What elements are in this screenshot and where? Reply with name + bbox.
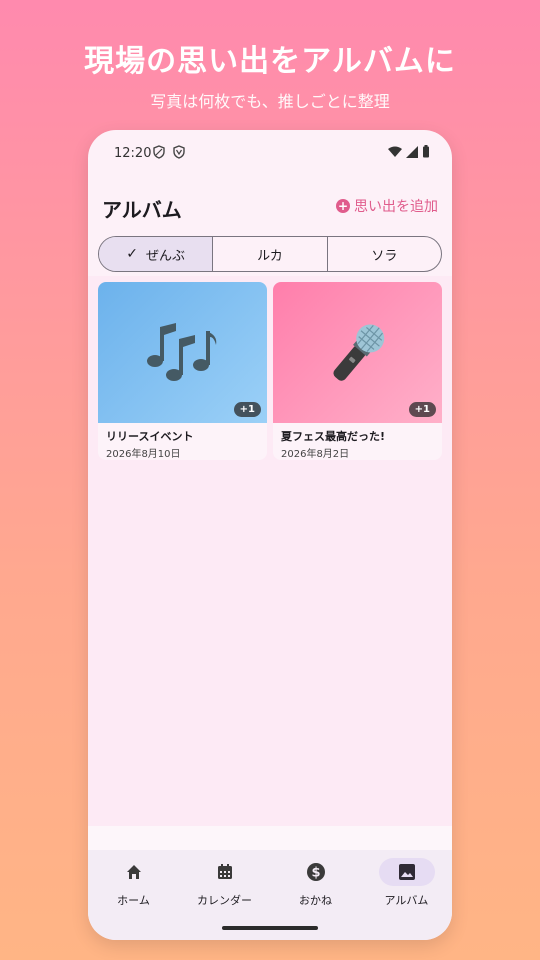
home-icon [126,865,141,879]
album-title: 夏フェス最高だった! [281,430,386,443]
image-icon [398,864,415,880]
album-grid: +1 リリースイベント 2026年8月10日 +1 夏フェス最高だった! 202… [88,276,452,826]
page-title: アルバム [102,198,182,222]
album-date: 2026年8月2日 [281,449,350,460]
promo-title: 現場の思い出をアルバムに [84,44,456,79]
dollar-icon: $ [306,863,325,881]
extra-photos-badge: +1 [408,402,436,417]
nav-album[interactable]: アルバム [361,850,452,940]
nav-money-indicator: $ [288,858,344,886]
check-icon: ✓ [126,246,139,262]
status-bar: 12:20 [88,130,452,178]
status-left-icons [152,145,186,159]
wifi-icon [388,146,402,157]
add-memory-label: 思い出を追加 [354,199,438,215]
nav-album-indicator [378,858,435,886]
extra-photos-badge: +1 [233,402,261,417]
album-date: 2026年8月10日 [106,449,181,460]
filter-luka[interactable]: ルカ [213,237,328,271]
signal-icon [406,145,418,158]
filter-all[interactable]: ✓ ぜんぶ [99,237,214,271]
add-memory-button[interactable]: + 思い出を追加 [336,196,438,216]
album-card[interactable]: +1 リリースイベント 2026年8月10日 [98,282,267,460]
svg-text:$: $ [311,866,320,881]
phone-screen: 12:20 アルバム + 思い出を追加 ✓ ぜんぶ ルカ ソラ +1 リリースイ… [88,130,452,940]
filter-all-label: ぜんぶ [146,248,186,264]
gesture-home-bar [222,926,318,930]
add-circle-icon: + [336,199,350,213]
nav-home-label: ホーム [117,894,150,907]
status-time: 12:20 [114,146,152,161]
nav-album-label: アルバム [384,894,429,907]
album-title: リリースイベント [106,430,194,443]
filter-sora[interactable]: ソラ [328,237,441,271]
nav-money-label: おかね [299,894,332,907]
nav-home[interactable]: ホーム [88,850,179,940]
content-footer [88,826,452,850]
calendar-icon [217,864,232,879]
filter-luka-label: ルカ [257,248,283,264]
album-thumbnail: +1 [273,282,442,423]
battery-icon [423,145,429,158]
status-right-icons [388,145,430,158]
promo-subtitle: 写真は何枚でも、推しごとに整理 [150,92,390,111]
album-thumbnail: +1 [98,282,267,423]
vpn-shield-icon [173,145,185,159]
filter-segmented-control: ✓ ぜんぶ ルカ ソラ [98,236,442,272]
app-bar: アルバム + 思い出を追加 [88,178,452,234]
nav-calendar-label: カレンダー [197,894,252,907]
filter-sora-label: ソラ [371,248,398,264]
nav-calendar-indicator [197,858,253,886]
nav-home-indicator [106,858,162,886]
album-card[interactable]: +1 夏フェス最高だった! 2026年8月2日 [273,282,442,460]
privacy-shield-icon [153,145,165,159]
